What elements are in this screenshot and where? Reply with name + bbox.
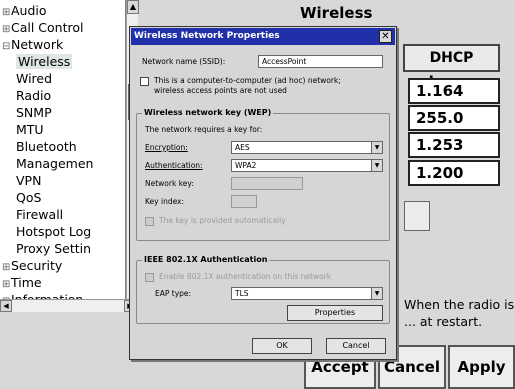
network-key-input xyxy=(231,177,303,190)
tree-item-label: Time xyxy=(11,275,42,290)
eap-type-value: TLS xyxy=(235,289,249,298)
wireless-network-properties-dialog: Wireless Network Properties ✕ Network na… xyxy=(129,26,397,360)
tree-item-label: QoS xyxy=(16,190,42,205)
tree-item-label: Wired xyxy=(16,71,53,86)
tree-item-snmp[interactable]: SNMP xyxy=(16,104,52,121)
network-name-label: Network name (SSID): xyxy=(142,57,226,66)
adhoc-checkbox[interactable] xyxy=(140,77,149,86)
auto-key-label: The key is provided automatically xyxy=(159,216,286,225)
tree-item-bluetooth[interactable]: Bluetooth xyxy=(16,138,77,155)
tree-item-label: Network xyxy=(11,37,64,52)
authentication-select[interactable]: WPA2 ▼ xyxy=(231,159,383,172)
wep-group: Wireless network key (WEP) The network r… xyxy=(136,108,390,241)
tree-item-security[interactable]: ⊞Security xyxy=(2,257,62,274)
tree-item-label: Firewall xyxy=(16,207,64,222)
network-name-input[interactable]: AccessPoint xyxy=(258,55,383,68)
tree-item-proxy-settin[interactable]: Proxy Settin xyxy=(16,240,91,257)
tree-item-label: Radio xyxy=(16,88,52,103)
settings-tree: ⊞Audio ⊞Call Control ⊟Network Wireless Wired… xyxy=(0,0,126,300)
radio-restart-note: When the radio is ... at restart. xyxy=(404,297,515,329)
network-key-label: Network key: xyxy=(145,179,194,188)
encryption-value: AES xyxy=(235,143,250,152)
tree-item-network[interactable]: ⊟Network xyxy=(2,36,63,53)
tree-item-label: Wireless xyxy=(16,54,73,69)
tree-item-audio[interactable]: ⊞Audio xyxy=(2,2,47,19)
properties-button[interactable]: Properties xyxy=(287,305,383,321)
adhoc-label-line2: wireless access points are not used xyxy=(154,86,287,95)
eap-type-label: EAP type: xyxy=(155,289,192,298)
triangle-down-icon[interactable]: ▼ xyxy=(371,160,382,171)
enable-8021x-label: Enable 802.1X authentication on this net… xyxy=(159,272,332,281)
ieee-8021x-group: IEEE 802.1X Authentication Enable 802.1X… xyxy=(136,255,390,324)
requires-key-label: The network requires a key for: xyxy=(145,125,263,134)
tree-item-label: MTU xyxy=(16,122,44,137)
tree-item-wireless[interactable]: Wireless xyxy=(16,53,73,70)
dialog-titlebar: Wireless Network Properties ✕ xyxy=(131,28,395,45)
tree-item-label: Call Control xyxy=(11,20,84,35)
dialog-cancel-button[interactable]: Cancel xyxy=(326,338,386,354)
authentication-value: WPA2 xyxy=(235,161,257,170)
adhoc-label-line1: This is a computer-to-computer (ad hoc) … xyxy=(154,76,341,85)
eap-type-select[interactable]: TLS ▼ xyxy=(231,287,383,300)
background-button[interactable] xyxy=(404,201,430,231)
gateway-field[interactable]: 1.253 xyxy=(408,132,500,158)
tree-item-label: Hotspot Log xyxy=(16,224,92,239)
subnet-mask-field[interactable]: 255.0 xyxy=(408,105,500,131)
tree-item-vpn[interactable]: VPN xyxy=(16,172,41,189)
tree-item-time[interactable]: ⊞Time xyxy=(2,274,42,291)
tree-item-label: Audio xyxy=(11,3,47,18)
triangle-down-icon[interactable]: ▼ xyxy=(371,142,382,153)
tree-item-label: Bluetooth xyxy=(16,139,77,154)
dhcp-lease-button[interactable]: DHCP Lease xyxy=(403,44,500,90)
authentication-label: Authentication: xyxy=(145,161,203,170)
key-index-input xyxy=(231,195,257,208)
key-index-label: Key index: xyxy=(145,197,185,206)
apply-button[interactable]: Apply xyxy=(448,345,515,389)
tree-item-qos[interactable]: QoS xyxy=(16,189,41,206)
tree-item-label: Security xyxy=(11,258,63,273)
scroll-left-arrow-icon[interactable]: ◀ xyxy=(0,300,12,312)
tree-item-label: SNMP xyxy=(16,105,52,120)
triangle-down-icon[interactable]: ▼ xyxy=(371,288,382,299)
scroll-up-arrow-icon[interactable]: ▲ xyxy=(127,0,139,14)
encryption-label: Encryption: xyxy=(145,143,188,152)
ok-button[interactable]: OK xyxy=(252,338,312,354)
tree-item-mtu[interactable]: MTU xyxy=(16,121,44,138)
tree-item-label: Managemen xyxy=(16,156,94,171)
tree-horizontal-scrollbar[interactable]: ◀ ▶ xyxy=(0,299,138,312)
tree-item-radio[interactable]: Radio xyxy=(16,87,51,104)
wep-group-title: Wireless network key (WEP) xyxy=(142,108,274,117)
tree-item-label: VPN xyxy=(16,173,42,188)
tree-item-firewall[interactable]: Firewall xyxy=(16,206,63,223)
enable-8021x-checkbox xyxy=(145,273,154,282)
tree-item-label: Proxy Settin xyxy=(16,241,92,256)
tree-item-managemen[interactable]: Managemen xyxy=(16,155,93,172)
ieee-group-title: IEEE 802.1X Authentication xyxy=(142,255,270,264)
dns-field[interactable]: 1.200 xyxy=(408,160,500,186)
auto-key-checkbox xyxy=(145,217,154,226)
tree-item-wired[interactable]: Wired xyxy=(16,70,52,87)
close-icon[interactable]: ✕ xyxy=(379,30,392,43)
encryption-select[interactable]: AES ▼ xyxy=(231,141,383,154)
page-title: Wireless xyxy=(300,4,373,22)
minus-box-icon[interactable]: ⊟ xyxy=(2,38,11,55)
tree-item-call-control[interactable]: ⊞Call Control xyxy=(2,19,84,36)
ip-address-field[interactable]: 1.164 xyxy=(408,78,500,104)
tree-item-hotspot-log[interactable]: Hotspot Log xyxy=(16,223,91,240)
dialog-title: Wireless Network Properties xyxy=(134,31,280,41)
